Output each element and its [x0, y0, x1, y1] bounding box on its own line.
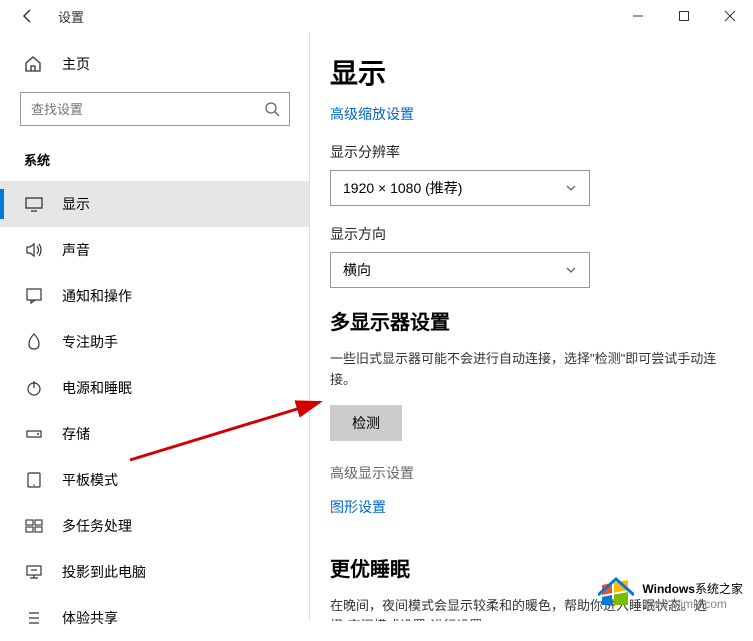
search-icon — [264, 101, 280, 117]
home-icon — [24, 55, 44, 73]
home-button[interactable]: 主页 — [0, 44, 310, 84]
advanced-scaling-link[interactable]: 高级缩放设置 — [330, 104, 414, 124]
content-area: 显示 高级缩放设置 显示分辨率 1920 × 1080 (推荐) 显示方向 横向… — [310, 32, 753, 621]
search-box[interactable] — [20, 92, 290, 126]
sidebar: 主页 系统 显示 声音 通知和操作 — [0, 32, 310, 621]
search-input[interactable] — [20, 92, 290, 126]
multi-display-title: 多显示器设置 — [330, 306, 723, 335]
graphics-settings-link[interactable]: 图形设置 — [330, 497, 386, 517]
sidebar-item-label: 多任务处理 — [62, 516, 132, 536]
chevron-down-icon — [565, 264, 577, 276]
project-icon — [24, 563, 44, 581]
storage-icon — [24, 425, 44, 443]
sidebar-item-label: 电源和睡眠 — [62, 378, 132, 398]
orientation-value: 横向 — [343, 260, 371, 280]
windows-logo-icon — [598, 577, 634, 613]
maximize-button[interactable] — [661, 0, 707, 32]
home-label: 主页 — [62, 54, 90, 74]
sidebar-item-label: 投影到此电脑 — [62, 562, 146, 582]
sidebar-item-storage[interactable]: 存储 — [0, 411, 310, 457]
advanced-display-link[interactable]: 高级显示设置 — [330, 463, 723, 483]
resolution-label: 显示分辨率 — [330, 142, 723, 162]
resolution-value: 1920 × 1080 (推荐) — [343, 178, 462, 198]
minimize-button[interactable] — [615, 0, 661, 32]
sidebar-item-project[interactable]: 投影到此电脑 — [0, 549, 310, 595]
sound-icon — [24, 241, 44, 259]
notifications-icon — [24, 287, 44, 305]
power-icon — [24, 379, 44, 397]
category-label: 系统 — [0, 142, 310, 181]
orientation-label: 显示方向 — [330, 224, 723, 244]
sidebar-item-tablet[interactable]: 平板模式 — [0, 457, 310, 503]
sidebar-item-label: 存储 — [62, 424, 90, 444]
sidebar-item-power[interactable]: 电源和睡眠 — [0, 365, 310, 411]
multitask-icon — [24, 517, 44, 535]
tablet-icon — [24, 471, 44, 489]
sidebar-item-shared[interactable]: 体验共享 — [0, 595, 310, 641]
close-button[interactable] — [707, 0, 753, 32]
sidebar-item-focus[interactable]: 专注助手 — [0, 319, 310, 365]
sidebar-item-sound[interactable]: 声音 — [0, 227, 310, 273]
window-title: 设置 — [58, 7, 84, 26]
display-icon — [24, 195, 44, 213]
multi-display-desc: 一些旧式显示器可能不会进行自动连接，选择"检测"即可尝试手动连接。 — [330, 349, 723, 391]
back-button[interactable] — [18, 6, 38, 26]
watermark-brand: Windows系统之家 — [642, 580, 743, 597]
orientation-dropdown[interactable]: 横向 — [330, 252, 590, 288]
chevron-down-icon — [565, 182, 577, 194]
detect-button[interactable]: 检测 — [330, 405, 402, 441]
focus-icon — [24, 333, 44, 351]
sidebar-item-label: 显示 — [62, 194, 90, 214]
watermark: Windows系统之家 www.bjjmlv.com — [598, 577, 743, 613]
resolution-dropdown[interactable]: 1920 × 1080 (推荐) — [330, 170, 590, 206]
watermark-url: www.bjjmlv.com — [642, 597, 743, 611]
sidebar-item-label: 声音 — [62, 240, 90, 260]
sidebar-item-label: 体验共享 — [62, 608, 118, 628]
sidebar-item-multitask[interactable]: 多任务处理 — [0, 503, 310, 549]
sidebar-item-notifications[interactable]: 通知和操作 — [0, 273, 310, 319]
page-title: 显示 — [330, 52, 723, 92]
sidebar-item-label: 平板模式 — [62, 470, 118, 490]
shared-icon — [24, 609, 44, 627]
sidebar-item-label: 专注助手 — [62, 332, 118, 352]
sidebar-item-display[interactable]: 显示 — [0, 181, 310, 227]
sidebar-item-label: 通知和操作 — [62, 286, 132, 306]
